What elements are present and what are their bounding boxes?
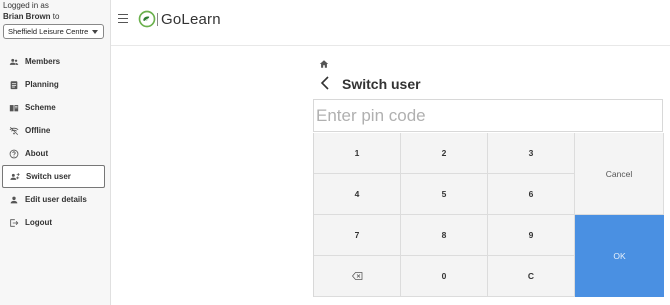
clear-key[interactable]: C (488, 256, 575, 297)
page-title: Switch user (342, 76, 421, 92)
logged-in-label: Logged in as (3, 1, 49, 10)
golearn-logo-mark-icon (138, 10, 156, 28)
key-0[interactable]: 0 (401, 256, 488, 297)
user-name: Brian Brown (3, 12, 51, 21)
sidebar-item-label: Members (25, 57, 61, 66)
caret-down-icon (92, 29, 98, 34)
golearn-logo: GoLearn (138, 10, 221, 28)
sidebar-item-label: Planning (25, 80, 59, 89)
top-header: GoLearn (111, 0, 670, 46)
backspace-icon (351, 272, 362, 280)
clipboard-icon (9, 80, 19, 90)
key-3[interactable]: 3 (488, 133, 575, 174)
book-icon (9, 103, 19, 113)
backspace-key[interactable] (314, 256, 401, 297)
key-6[interactable]: 6 (488, 174, 575, 215)
sidebar-nav: Members Planning Scheme Offline About Sw… (0, 50, 111, 234)
switch-user-icon (10, 172, 20, 182)
sidebar-item-label: Switch user (26, 172, 71, 181)
sidebar-item-label: Edit user details (25, 195, 87, 204)
key-4[interactable]: 4 (314, 174, 401, 215)
sidebar-item-scheme[interactable]: Scheme (0, 96, 111, 119)
sidebar-item-label: Scheme (25, 103, 56, 112)
cancel-button[interactable]: Cancel (575, 133, 664, 215)
pin-keypad: 1 2 3 Cancel 4 5 6 7 8 9 OK 0 C (313, 133, 664, 297)
to-label: to (52, 12, 60, 21)
sidebar-item-label: About (25, 149, 49, 158)
home-icon[interactable] (319, 59, 329, 69)
login-info: Logged in as Brian Brown to (0, 0, 110, 22)
sidebar-item-planning[interactable]: Planning (0, 73, 111, 96)
members-icon (9, 57, 19, 67)
key-5[interactable]: 5 (401, 174, 488, 215)
centre-select-value: Sheffield Leisure Centre (8, 27, 89, 36)
pin-code-input[interactable] (313, 99, 663, 132)
menu-icon[interactable] (118, 14, 128, 23)
back-arrow-icon[interactable] (320, 76, 330, 90)
sidebar-item-members[interactable]: Members (0, 50, 111, 73)
key-9[interactable]: 9 (488, 215, 575, 256)
sidebar-item-offline[interactable]: Offline (0, 119, 111, 142)
centre-select[interactable]: Sheffield Leisure Centre (3, 24, 104, 39)
wifi-off-icon (9, 126, 19, 136)
key-7[interactable]: 7 (314, 215, 401, 256)
logout-icon (9, 218, 19, 228)
sidebar-item-logout[interactable]: Logout (0, 211, 111, 234)
sidebar-item-about[interactable]: About (0, 142, 111, 165)
brand-name: GoLearn (161, 10, 221, 28)
sidebar: Logged in as Brian Brown to Sheffield Le… (0, 0, 111, 305)
key-2[interactable]: 2 (401, 133, 488, 174)
ok-button[interactable]: OK (575, 215, 664, 297)
key-8[interactable]: 8 (401, 215, 488, 256)
sidebar-item-label: Offline (25, 126, 51, 135)
help-circle-icon (9, 149, 19, 159)
sidebar-item-edit-user-details[interactable]: Edit user details (0, 188, 111, 211)
person-icon (9, 195, 19, 205)
sidebar-item-label: Logout (25, 218, 53, 227)
key-1[interactable]: 1 (314, 133, 401, 174)
sidebar-item-switch-user[interactable]: Switch user (2, 165, 105, 188)
